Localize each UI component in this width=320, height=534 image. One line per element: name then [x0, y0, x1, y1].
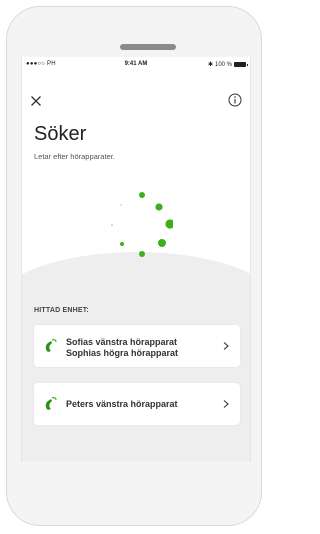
spinner-dot	[139, 192, 145, 198]
spinner-dot	[120, 204, 122, 206]
page-subtitle: Letar efter hörapparater.	[34, 152, 115, 161]
chevron-right-icon	[223, 400, 229, 408]
info-icon[interactable]	[228, 93, 242, 107]
device-name-line: Sophias högra hörapparat	[66, 348, 179, 358]
spinner-dot	[111, 224, 113, 226]
battery-indicator: ✱ 100 %	[207, 61, 248, 68]
battery-icon	[234, 62, 248, 67]
hearing-aid-icon	[45, 397, 57, 410]
device-card[interactable]: Peters vänstra hörapparat	[34, 383, 240, 425]
device-name-line: Peters vänstra hörapparat	[66, 399, 178, 409]
device-card[interactable]: Sofias vänstra hörapparat Sophias högra …	[34, 325, 240, 367]
device-names: Sofias vänstra hörapparat Sophias högra …	[66, 337, 178, 359]
device-names: Peters vänstra hörapparat	[66, 399, 178, 410]
chevron-right-icon	[223, 342, 229, 350]
close-icon[interactable]	[30, 95, 42, 107]
battery-percent: 100 %	[214, 61, 232, 68]
bluetooth-icon: ✱	[207, 62, 213, 68]
spinner-dot	[158, 239, 166, 247]
status-bar: ●●●○○ PH 9:41 AM ✱ 100 %	[22, 57, 250, 71]
spinner-dot	[155, 203, 163, 211]
spinner-dot	[120, 242, 124, 246]
spinner-dot	[139, 251, 145, 257]
spinner-dot	[165, 219, 173, 229]
loading-spinner-icon	[111, 192, 173, 257]
found-device-heading: HITTAD ENHET:	[34, 307, 89, 314]
page-title: Söker	[34, 123, 87, 145]
app-screen: ●●●○○ PH 9:41 AM ✱ 100 % Söker Letar eft…	[21, 57, 251, 462]
phone-speaker	[120, 44, 176, 50]
hearing-aid-icon	[45, 339, 57, 352]
device-name-line: Sofias vänstra hörapparat	[66, 337, 178, 347]
